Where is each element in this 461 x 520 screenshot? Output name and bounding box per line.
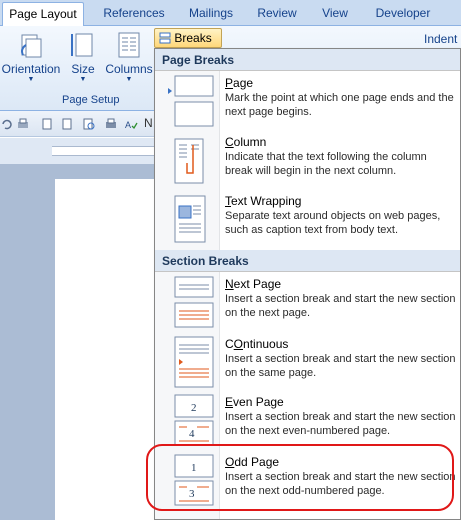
- menu-item-next-page[interactable]: Next Page Insert a section break and sta…: [155, 273, 460, 331]
- menu-item-text-wrapping[interactable]: Text Wrapping Separate text around objec…: [155, 190, 460, 248]
- columns-icon: [118, 32, 140, 58]
- continuous-description: Insert a section break and start the new…: [225, 353, 456, 379]
- text-wrapping-title: Text Wrapping: [225, 194, 302, 208]
- column-break-icon: [174, 138, 204, 184]
- columns-button[interactable]: Columns ▼: [104, 30, 154, 84]
- svg-text:2: 2: [191, 402, 197, 414]
- ruler-strip: [52, 146, 162, 156]
- tab-references[interactable]: References: [96, 2, 172, 26]
- menu-item-even-page[interactable]: 2 4 Even Page Insert a section break and…: [155, 391, 460, 449]
- columns-label: Columns: [105, 62, 153, 76]
- text-wrapping-icon: [174, 195, 206, 243]
- even-page-title: Even Page: [225, 395, 284, 409]
- indent-label: Indent: [424, 32, 458, 46]
- orientation-label: Orientation: [1, 62, 61, 76]
- page-description: Mark the point at which one page ends an…: [225, 92, 454, 118]
- chevron-down-icon: ▼: [27, 76, 35, 83]
- menu-item-continuous[interactable]: COntinuous Insert a section break and st…: [155, 333, 460, 391]
- breaks-icon: [159, 32, 171, 44]
- tab-review[interactable]: Review: [254, 2, 300, 26]
- continuous-icon: [174, 336, 214, 388]
- print-preview-icon[interactable]: [82, 117, 96, 131]
- column-description: Indicate that the text following the col…: [225, 151, 427, 177]
- orientation-icon: [21, 34, 42, 58]
- tab-page-layout[interactable]: Page Layout: [2, 2, 84, 27]
- chevron-down-icon: ▼: [79, 76, 87, 83]
- tab-view[interactable]: View: [314, 2, 356, 26]
- page-breaks-header: Page Breaks: [155, 49, 460, 71]
- text-wrapping-description: Separate text around objects on web page…: [225, 210, 441, 236]
- chevron-down-icon: ▼: [125, 76, 133, 83]
- blank-page-icon[interactable]: [60, 117, 74, 131]
- orientation-button[interactable]: Orientation ▼: [0, 30, 62, 84]
- next-page-title: Next Page: [225, 277, 282, 291]
- zoom-letter: N: [144, 116, 153, 130]
- section-breaks-header: Section Breaks: [155, 250, 460, 272]
- page-title: Page: [225, 76, 254, 90]
- spelling-icon[interactable]: A: [124, 117, 138, 131]
- breaks-label: Breaks: [174, 31, 212, 45]
- undo-icon[interactable]: [0, 117, 14, 131]
- page-setup-group-label: Page Setup: [62, 94, 120, 106]
- svg-text:4: 4: [189, 428, 195, 440]
- new-document-icon[interactable]: [40, 117, 54, 131]
- breaks-button[interactable]: Breaks ▼: [154, 28, 222, 62]
- even-page-icon: 2 4: [174, 394, 214, 446]
- quick-print-icon[interactable]: [104, 117, 118, 131]
- svg-text:A: A: [125, 120, 131, 130]
- ribbon-tab-strip: Page Layout References Mailings Review V…: [0, 0, 461, 27]
- tab-developer[interactable]: Developer: [368, 2, 438, 26]
- continuous-title: COntinuous: [225, 337, 289, 351]
- next-page-icon: [174, 276, 214, 328]
- tab-mailings[interactable]: Mailings: [180, 2, 242, 26]
- odd-page-highlight-outline: [146, 444, 454, 511]
- column-title: Column: [225, 135, 267, 149]
- size-icon: [71, 33, 93, 57]
- page-break-icon: [168, 75, 214, 127]
- size-button[interactable]: Size ▼: [66, 30, 100, 84]
- size-label: Size: [71, 62, 95, 76]
- menu-item-column[interactable]: Column Indicate that the text following …: [155, 131, 460, 189]
- next-page-description: Insert a section break and start the new…: [225, 293, 456, 319]
- even-page-description: Insert a section break and start the new…: [225, 411, 456, 437]
- menu-item-page[interactable]: Page Mark the point at which one page en…: [155, 72, 460, 130]
- print-icon[interactable]: [16, 117, 30, 131]
